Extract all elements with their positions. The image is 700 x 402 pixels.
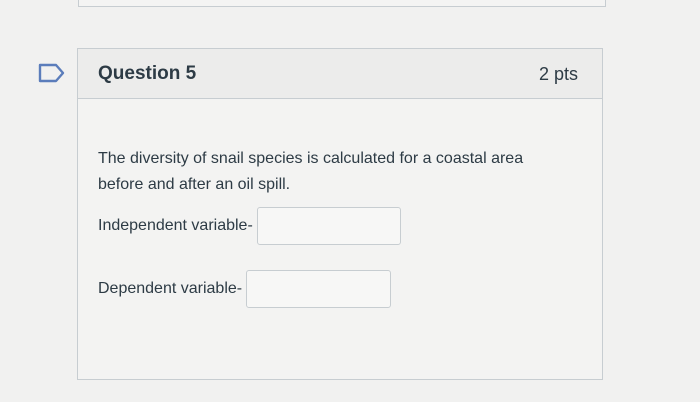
question-title: Question 5: [98, 63, 197, 84]
question-header: Question 5 2 pts: [78, 49, 602, 99]
question-points: 2 pts: [538, 64, 578, 84]
dependent-variable-input[interactable]: [246, 270, 392, 308]
dependent-variable-label: Dependent variable-: [98, 280, 243, 297]
independent-variable-label: Independent variable-: [98, 217, 253, 234]
question-card: Question 5 2 pts The diversity of snail …: [77, 48, 603, 380]
question-text: The diversity of snail species is calcul…: [98, 150, 524, 193]
independent-variable-row: Independent variable-: [98, 207, 401, 245]
previous-question-card-edge: [78, 0, 606, 7]
dependent-variable-row: Dependent variable-: [98, 270, 392, 308]
independent-variable-input[interactable]: [256, 207, 401, 245]
quiz-page: Question 5 2 pts The diversity of snail …: [0, 0, 700, 402]
bookmark-flag-icon[interactable]: [38, 63, 66, 83]
